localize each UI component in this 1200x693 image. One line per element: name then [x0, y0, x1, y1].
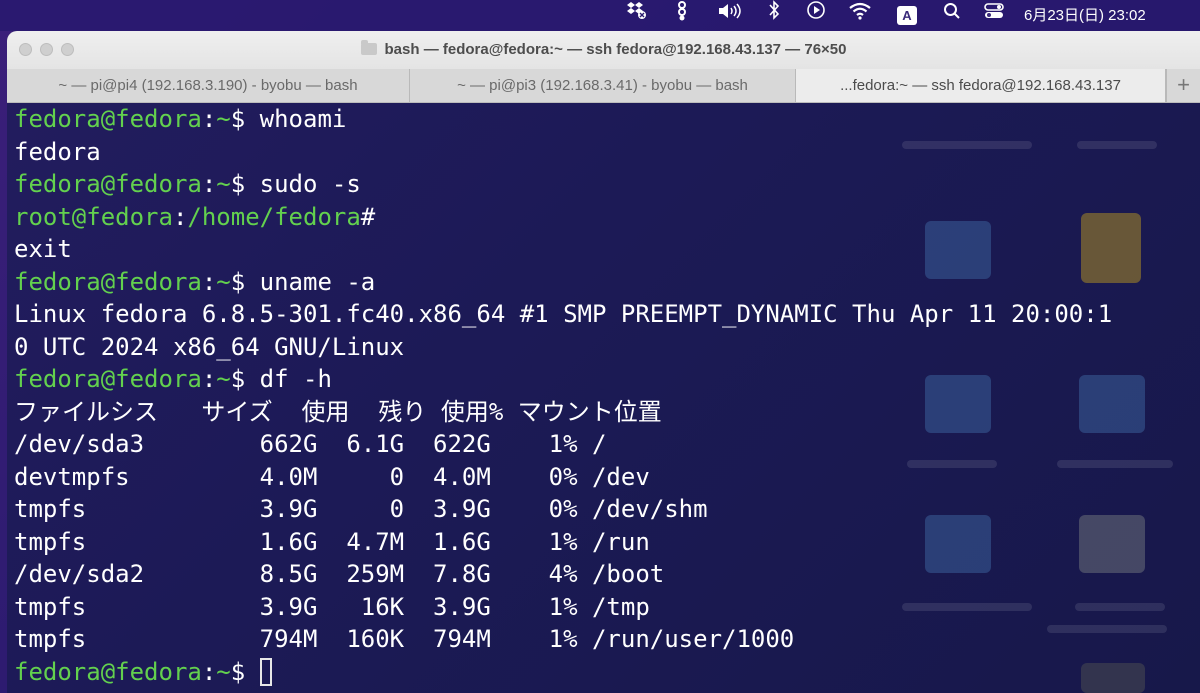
output-line: devtmpfs 4.0M 0 4.0M 0% /dev	[14, 462, 650, 491]
tab-pi3[interactable]: ~ — pi@pi3 (192.168.3.41) - byobu — bash	[410, 69, 796, 102]
tab-fedora[interactable]: ...fedora:~ — ssh fedora@192.168.43.137	[796, 69, 1166, 102]
tab-pi4[interactable]: ~ — pi@pi4 (192.168.3.190) - byobu — bas…	[7, 69, 410, 102]
bluetooth-icon[interactable]	[764, 0, 784, 31]
prompt-user-host: fedora@fedora	[14, 365, 202, 393]
output-line: ファイルシス サイズ 使用 残り 使用% マウント位置	[14, 397, 662, 426]
control-center-icon[interactable]	[983, 0, 1005, 31]
output-line: exit	[14, 235, 72, 263]
tab-label: ...fedora:~ — ssh fedora@192.168.43.137	[840, 77, 1121, 94]
bartender-icon[interactable]	[672, 0, 692, 31]
prompt-line: root@fedora:/home/fedora#	[14, 201, 1112, 234]
prompt-line: fedora@fedora:~$ sudo -s	[14, 168, 1112, 201]
prompt-line: fedora@fedora:~$ whoami	[14, 103, 1112, 136]
prompt-symbol: $	[230, 105, 246, 133]
prompt-user-host: fedora@fedora	[14, 657, 202, 686]
prompt-symbol: $	[230, 365, 246, 393]
prompt-user-host: root@fedora	[14, 202, 173, 231]
output-line: /dev/sda3 662G 6.1G 622G 1% /	[14, 430, 607, 458]
tab-bar: ~ — pi@pi4 (192.168.3.190) - byobu — bas…	[7, 69, 1200, 103]
prompt-user-host: fedora@fedora	[14, 170, 202, 198]
terminal-cursor	[259, 657, 272, 686]
output-line: tmpfs 3.9G 0 3.9G 0% /dev/shm	[14, 495, 708, 523]
prompt-path: ~	[216, 267, 231, 296]
prompt-symbol: $	[230, 267, 246, 296]
spotlight-search-icon[interactable]	[942, 0, 962, 31]
output-line: fedora	[14, 137, 101, 166]
prompt-user-host: fedora@fedora	[14, 105, 202, 133]
prompt-user-host: fedora@fedora	[14, 267, 202, 296]
menu-bar: A 6月23日(日) 23:02	[0, 0, 1200, 31]
volume-icon[interactable]	[716, 0, 744, 31]
prompt-symbol: #	[360, 202, 376, 231]
prompt-path: ~	[216, 170, 231, 198]
play-icon[interactable]	[804, 0, 828, 31]
prompt-symbol: $	[230, 657, 246, 686]
prompt-path: ~	[216, 105, 231, 133]
prompt-separator: :	[201, 657, 217, 686]
output-line: tmpfs 3.9G 16K 3.9G 1% /tmp	[14, 592, 650, 621]
output-line: tmpfs 1.6G 4.7M 1.6G 1% /run	[14, 527, 650, 556]
command-text	[245, 658, 259, 686]
prompt-separator: :	[201, 365, 217, 393]
command-text: uname -a	[245, 267, 376, 296]
tab-label: ~ — pi@pi3 (192.168.3.41) - byobu — bash	[457, 77, 748, 94]
output-line: 0 UTC 2024 x86_64 GNU/Linux	[14, 332, 405, 361]
prompt-path: ~	[216, 657, 231, 686]
output-line: tmpfs 794M 160K 794M 1% /run/user/1000	[14, 625, 795, 653]
prompt-symbol: $	[230, 170, 246, 198]
prompt-path: ~	[216, 365, 231, 393]
tab-label: ~ — pi@pi4 (192.168.3.190) - byobu — bas…	[58, 77, 358, 94]
command-text: whoami	[245, 105, 347, 133]
prompt-path: /home/fedora	[187, 202, 361, 231]
command-text: df -h	[245, 365, 332, 393]
prompt-separator: :	[172, 202, 188, 231]
prompt-separator: :	[201, 267, 217, 296]
terminal-output: fedora@fedora:~$ whoami fedora fedora@fedo…	[14, 103, 1112, 688]
prompt-line: fedora@fedora:~$ df -h	[14, 363, 1112, 396]
input-source-icon[interactable]: A	[897, 6, 917, 25]
menubar-clock[interactable]: 6月23日(日) 23:02	[1024, 0, 1180, 31]
output-line: /dev/sda2 8.5G 259M 7.8G 4% /boot	[14, 560, 665, 588]
new-tab-button[interactable]: +	[1166, 69, 1200, 102]
prompt-separator: :	[201, 170, 217, 198]
prompt-separator: :	[201, 105, 217, 133]
window-title: bash — fedora@fedora:~ — ssh fedora@192.…	[384, 41, 847, 58]
terminal-view[interactable]: fedora@fedora:~$ whoami fedora fedora@fedo…	[7, 103, 1200, 693]
window-title-row: bash — fedora@fedora:~ — ssh fedora@192.…	[7, 31, 1200, 69]
prompt-line: fedora@fedora:~$	[14, 656, 1112, 689]
command-text: sudo -s	[245, 170, 361, 198]
wifi-icon[interactable]	[847, 0, 873, 31]
title-bar[interactable]: bash — fedora@fedora:~ — ssh fedora@192.…	[7, 31, 1200, 70]
prompt-line: fedora@fedora:~$ uname -a	[14, 266, 1112, 299]
terminal-window: bash — fedora@fedora:~ — ssh fedora@192.…	[7, 31, 1200, 693]
output-line: Linux fedora 6.8.5-301.fc40.x86_64 #1 SM…	[14, 300, 1113, 328]
dropbox-icon[interactable]	[622, 0, 648, 31]
folder-icon	[360, 40, 377, 55]
